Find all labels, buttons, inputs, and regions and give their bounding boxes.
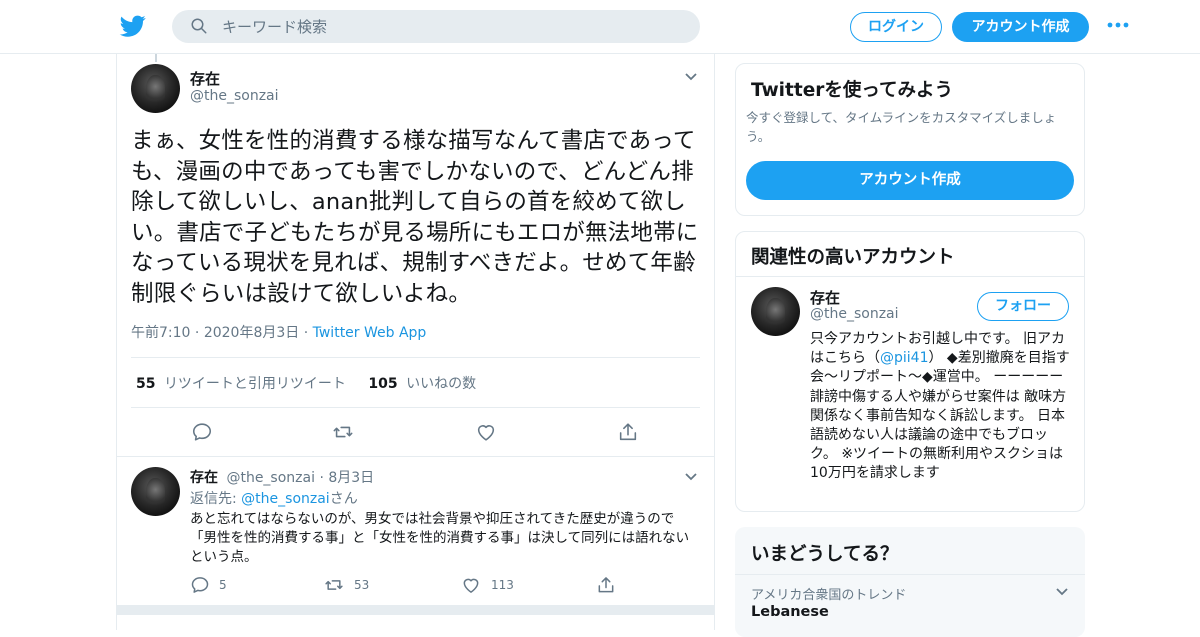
like-count-label[interactable]: いいねの数: [406, 376, 476, 392]
divider: [735, 574, 1085, 575]
signup-card-button[interactable]: アカウント作成: [746, 161, 1074, 200]
tweet-text: まぁ、女性を性的消費する様な描写なんて書店であっても、漫画の中であっても害でしか…: [131, 128, 699, 307]
meta-separator: ·: [319, 470, 329, 486]
share-icon[interactable]: [617, 421, 639, 443]
reply-author[interactable]: 存在 @the_sonzai · 8月3日: [190, 467, 374, 487]
like-icon[interactable]: [461, 575, 481, 595]
divider: [116, 456, 715, 457]
retweet-count[interactable]: 55: [136, 376, 155, 392]
avatar[interactable]: [751, 287, 800, 336]
chevron-down-icon[interactable]: [1055, 587, 1069, 597]
meta-separator: ·: [303, 325, 313, 341]
tweet-meta: 午前7:10 · 2020年8月3日 · Twitter Web App: [131, 322, 426, 342]
reply-retweet-count: 53: [354, 578, 370, 592]
related-account-name[interactable]: 存在: [810, 287, 840, 308]
trends-card-title: いまどうしてる？: [751, 544, 899, 565]
search-input[interactable]: [222, 10, 682, 43]
meta-separator: ·: [194, 325, 204, 341]
reply-reply-count: 5: [219, 578, 227, 592]
reply-icon[interactable]: [191, 421, 213, 443]
trend-location-label: アメリカ合衆国のトレンド: [751, 588, 907, 603]
tweet-source-link[interactable]: Twitter Web App: [313, 325, 427, 341]
reply-to-suffix: さん: [329, 491, 358, 507]
signup-card-title: Twitterを使ってみよう: [751, 80, 953, 101]
divider: [131, 357, 700, 358]
reply-author-handle[interactable]: @the_sonzai: [226, 470, 315, 486]
twitter-bird-icon[interactable]: [119, 13, 147, 39]
divider: [736, 276, 1084, 277]
reply-author-name[interactable]: 存在: [190, 470, 218, 486]
retweet-icon[interactable]: [324, 575, 344, 595]
reply-to-handle-link[interactable]: @the_sonzai: [241, 491, 330, 507]
related-account-handle[interactable]: @the_sonzai: [810, 306, 899, 322]
trend-item[interactable]: Lebanese: [751, 604, 829, 620]
reply-like-count: 113: [491, 578, 514, 592]
login-button[interactable]: ログイン: [850, 12, 942, 42]
follow-button[interactable]: フォロー: [977, 292, 1069, 321]
retweet-icon[interactable]: [332, 421, 354, 443]
signup-button[interactable]: アカウント作成: [952, 12, 1089, 42]
timeline-separator: [116, 605, 715, 615]
more-icon[interactable]: [1107, 20, 1129, 30]
chevron-down-icon[interactable]: [684, 72, 698, 82]
reply-icon[interactable]: [190, 575, 210, 595]
avatar[interactable]: [131, 467, 180, 516]
reply-to-prefix: 返信先:: [190, 491, 242, 507]
tweet-time[interactable]: 午前7:10: [131, 325, 190, 341]
tweet-date[interactable]: 2020年8月3日: [204, 325, 299, 341]
signup-card-subtitle: 今すぐ登録して、タイムラインをカスタマイズしましょう。: [746, 110, 1057, 144]
bio-mention-link[interactable]: @pii41: [880, 350, 928, 366]
tweet-stats: 55 リツイートと引用リツイート 105 いいねの数: [136, 373, 476, 393]
avatar[interactable]: [131, 64, 180, 113]
tweet-author-name[interactable]: 存在: [190, 68, 220, 89]
retweet-count-label[interactable]: リツイートと引用リツイート: [164, 376, 346, 392]
reply-text: あと忘れてはならないのが、男女では社会背景や抑圧されてきた歴史が違うので「男性を…: [190, 511, 690, 565]
chevron-down-icon[interactable]: [684, 472, 698, 482]
like-icon[interactable]: [475, 421, 497, 443]
related-card-title: 関連性の高いアカウント: [751, 247, 955, 268]
divider: [131, 407, 700, 408]
thread-connector: [155, 54, 157, 62]
share-icon[interactable]: [596, 575, 616, 595]
search-icon: [191, 18, 207, 34]
tweet-author-handle[interactable]: @the_sonzai: [190, 88, 279, 104]
top-navbar: ログイン アカウント作成: [0, 0, 1200, 54]
reply-to-line: 返信先: @the_sonzaiさん: [190, 488, 358, 508]
bio-text: ） ◆差別撤廃を目指す会〜リプポート〜◆運営中。 ーーーーー 誹謗中傷する人や嫌…: [810, 350, 1070, 482]
related-account-bio: 只今アカウントお引越し中です。 旧アカはこちら（@pii41） ◆差別撤廃を目指…: [810, 330, 1072, 484]
reply-date[interactable]: 8月3日: [328, 470, 374, 486]
like-count[interactable]: 105: [368, 376, 397, 392]
